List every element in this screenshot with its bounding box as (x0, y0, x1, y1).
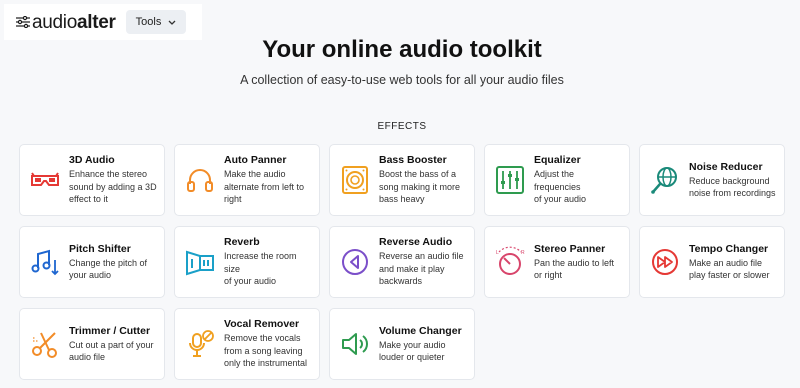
tool-card-trimmer-cutter[interactable]: Trimmer / Cutter Cut out a part of your au… (19, 308, 165, 380)
tool-card-pitch-shifter[interactable]: Pitch Shifter Change the pitch of your aud… (19, 226, 165, 298)
tool-card-text: Stereo Panner Pan the audio to left or rig… (534, 243, 614, 282)
tool-card-title: Reverse Audio (379, 236, 453, 249)
tool-card-description-line: audio file (69, 352, 106, 362)
effects-grid: 3D Audio Enhance the stereo sound by addin… (19, 144, 785, 380)
sliders-icon (16, 16, 30, 28)
tool-card-description-line: and make it play (379, 263, 445, 274)
tool-card-auto-panner[interactable]: Auto Panner Make the audio alternate from … (174, 144, 320, 216)
tool-card-stereo-panner[interactable]: L R Stereo Panner Pan the audio to left or r… (484, 226, 630, 298)
tool-card-description-line: Cut out a part of your (69, 339, 154, 350)
tool-card-text: Reverb Increase the room size of your audi… (224, 236, 313, 288)
top-bar: audioalter Tools (4, 4, 202, 40)
tool-card-description-line: Adjust the frequencies (534, 169, 581, 192)
tool-card-description-line: backwards (379, 276, 423, 287)
headphones-icon (184, 164, 216, 196)
tool-card-description-line: Remove the vocals (224, 333, 301, 344)
tool-card-description-line: your audio (69, 270, 112, 280)
tool-card-reverb[interactable]: Reverb Increase the room size of your audi… (174, 226, 320, 298)
tool-card-description-line: song making it more (379, 181, 461, 192)
tool-card-text: Pitch Shifter Change the pitch of your aud… (69, 243, 147, 282)
page-title: Your online audio toolkit (262, 36, 542, 63)
tool-card-description-line: of your audio (224, 276, 277, 287)
tool-card-text: Reverse Audio Reverse an audio file and ma… (379, 236, 464, 288)
tool-card-description-line: sound by adding a 3D (69, 181, 157, 192)
fast-forward-icon (649, 246, 681, 278)
tool-card-text: Bass Booster Boost the bass of a song maki… (379, 154, 460, 206)
tool-card-description-line: Increase the room size (224, 251, 297, 274)
tool-card-description-line: Change the pitch of (69, 257, 148, 268)
scissors-icon (29, 328, 61, 360)
tool-card-description-line: effect to it (69, 194, 108, 205)
tool-card-text: Trimmer / Cutter Cut out a part of your au… (69, 325, 154, 364)
reverse-icon (339, 246, 371, 278)
globe-mic-icon (649, 164, 681, 196)
3d-glasses-icon (29, 164, 61, 196)
tool-card-description-line: Make an audio file (689, 257, 763, 268)
tools-menu-button[interactable]: Tools (125, 10, 187, 34)
tool-card-description-line: right (224, 194, 242, 205)
tool-card-noise-reducer[interactable]: Noise Reducer Reduce background noise from… (639, 144, 785, 216)
tool-card-title: Pitch Shifter (69, 242, 131, 255)
mic-off-icon (184, 328, 216, 360)
chevron-down-icon (168, 20, 176, 25)
pan-knob-icon: LR (494, 246, 526, 278)
tool-card-title: Noise Reducer (689, 160, 763, 173)
music-notes-icon (29, 246, 61, 278)
tool-card-description-line: play faster or slower (689, 270, 770, 280)
tool-card-description-line: Make your audio (379, 339, 446, 350)
svg-text:L: L (496, 250, 499, 256)
tool-card-description-line: alternate from left to (224, 181, 305, 192)
tool-card-title: Tempo Changer (689, 242, 769, 255)
tool-card-3d-audio[interactable]: 3D Audio Enhance the stereo sound by addin… (19, 144, 165, 216)
tool-card-description-line: Boost the bass of a (379, 169, 457, 180)
tool-card-description-line: or right (534, 270, 563, 280)
tool-card-equalizer[interactable]: Equalizer Adjust the frequencies of your a… (484, 144, 630, 216)
tool-card-text: 3D Audio Enhance the stereo sound by addin… (69, 154, 157, 206)
logo-text: audioalter (32, 11, 116, 33)
tool-card-description-line: Make the audio (224, 169, 286, 180)
tool-card-tempo-changer[interactable]: Tempo Changer Make an audio file play fast… (639, 226, 785, 298)
tool-card-bass-booster[interactable]: Bass Booster Boost the bass of a song maki… (329, 144, 475, 216)
speaker-icon (339, 164, 371, 196)
volume-icon (339, 328, 371, 360)
tool-card-description-line: louder or quieter (379, 352, 445, 362)
tool-card-title: Auto Panner (224, 154, 287, 167)
tool-card-description-line: from a song leaving (224, 345, 303, 356)
tool-card-reverse-audio[interactable]: Reverse Audio Reverse an audio file and ma… (329, 226, 475, 298)
tool-card-text: Volume Changer Make your audio louder or q… (379, 325, 462, 364)
tool-card-title: Vocal Remover (224, 318, 300, 331)
tool-card-title: Equalizer (534, 154, 581, 167)
equalizer-icon (494, 164, 526, 196)
tool-card-text: Auto Panner Make the audio alternate from … (224, 154, 304, 206)
tool-card-text: Tempo Changer Make an audio file play fast… (689, 243, 770, 282)
tool-card-description-line: bass heavy (379, 194, 425, 205)
tool-card-text: Vocal Remover Remove the vocals from a son… (224, 318, 307, 370)
tool-card-volume-changer[interactable]: Volume Changer Make your audio louder or q… (329, 308, 475, 380)
reverb-icon (184, 246, 216, 278)
tool-card-description-line: noise from recordings (689, 188, 776, 198)
tool-card-description-line: Enhance the stereo (69, 169, 148, 180)
tool-card-description-line: of your audio (534, 194, 587, 205)
tool-card-title: Bass Booster (379, 154, 447, 167)
tool-card-text: Equalizer Adjust the frequencies of your a… (534, 154, 623, 206)
logo[interactable]: audioalter (16, 13, 116, 32)
page-subtitle: A collection of easy-to-use web tools fo… (240, 73, 564, 87)
tools-label: Tools (135, 16, 162, 28)
tool-card-title: Reverb (224, 236, 260, 249)
tool-card-description-line: only the instrumental (224, 358, 308, 369)
tool-card-title: Trimmer / Cutter (69, 324, 151, 337)
tool-card-title: Volume Changer (379, 324, 462, 337)
section-label-effects: EFFECTS (377, 121, 427, 132)
tool-card-text: Noise Reducer Reduce background noise from… (689, 161, 776, 200)
tool-card-description-line: Pan the audio to left (534, 257, 615, 268)
tool-card-vocal-remover[interactable]: Vocal Remover Remove the vocals from a son… (174, 308, 320, 380)
tool-card-description-line: Reduce background (689, 175, 770, 186)
tool-card-description-line: Reverse an audio file (379, 251, 464, 262)
tool-card-title: 3D Audio (69, 154, 115, 167)
tool-card-title: Stereo Panner (534, 242, 606, 255)
svg-text:R: R (521, 250, 525, 256)
